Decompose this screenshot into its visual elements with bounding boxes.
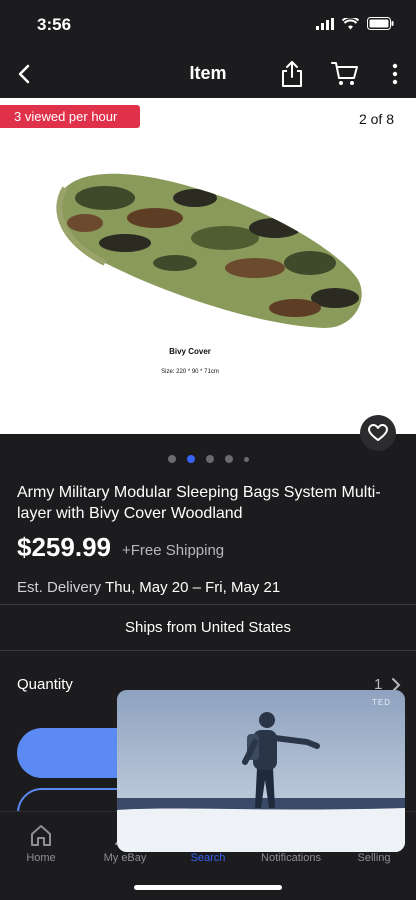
tab-label: Search <box>190 852 226 864</box>
quantity-label: Quantity <box>17 676 73 693</box>
pagination-dot <box>167 455 176 463</box>
photo-counter: 2 of 8 <box>358 111 394 127</box>
item-title: Army Military Modular Sleeping Bags Syst… <box>17 484 381 522</box>
heart-icon <box>368 424 388 441</box>
image-pagination-dots <box>0 455 416 463</box>
home-indicator <box>134 885 282 890</box>
image-caption: Bivy Cover <box>169 347 211 356</box>
video-watermark: TED <box>372 698 391 707</box>
viewed-per-hour-badge: 3 viewed per hour <box>0 105 140 128</box>
tab-home[interactable]: Home <box>1 822 81 864</box>
wifi-icon <box>342 17 359 29</box>
home-icon <box>31 825 51 846</box>
share-icon[interactable] <box>279 59 305 89</box>
shipping-cost: +Free Shipping <box>122 542 225 559</box>
pagination-dot-active <box>186 455 195 463</box>
cellular-signal-icon <box>316 17 334 30</box>
image-size-text: Size: 220 * 90 * 71cm <box>161 369 219 375</box>
battery-icon <box>367 17 394 30</box>
status-icons <box>316 17 394 30</box>
ships-from: Ships from United States <box>125 619 291 636</box>
more-vertical-icon[interactable] <box>388 62 402 86</box>
delivery-label: Est. Delivery <box>17 579 102 596</box>
video-pip-player[interactable]: TED <box>117 690 405 852</box>
pagination-dot <box>224 455 233 463</box>
estimated-delivery: Est. Delivery Thu, May 20 – Fri, May 21 <box>17 579 280 596</box>
pagination-dot <box>243 456 249 462</box>
status-bar: 3:56 <box>0 0 416 50</box>
delivery-dates: Thu, May 20 – Fri, May 21 <box>105 579 281 596</box>
item-price: $259.99 <box>17 532 111 562</box>
tab-label: Selling <box>357 852 391 864</box>
tab-label: My eBay <box>103 852 147 864</box>
image-gallery[interactable]: 3 viewed per hour 2 of 8 Bivy Cover Size… <box>0 98 416 434</box>
tab-label: Home <box>26 852 56 864</box>
watch-button[interactable] <box>360 415 396 451</box>
nav-bar: Item <box>0 50 416 98</box>
divider <box>0 604 416 605</box>
divider <box>0 650 416 651</box>
video-frame <box>117 690 405 852</box>
cart-icon[interactable] <box>330 60 360 88</box>
product-image <box>56 173 362 328</box>
pagination-dot <box>205 455 214 463</box>
status-time: 3:56 <box>37 15 72 34</box>
tab-label: Notifications <box>261 852 321 864</box>
